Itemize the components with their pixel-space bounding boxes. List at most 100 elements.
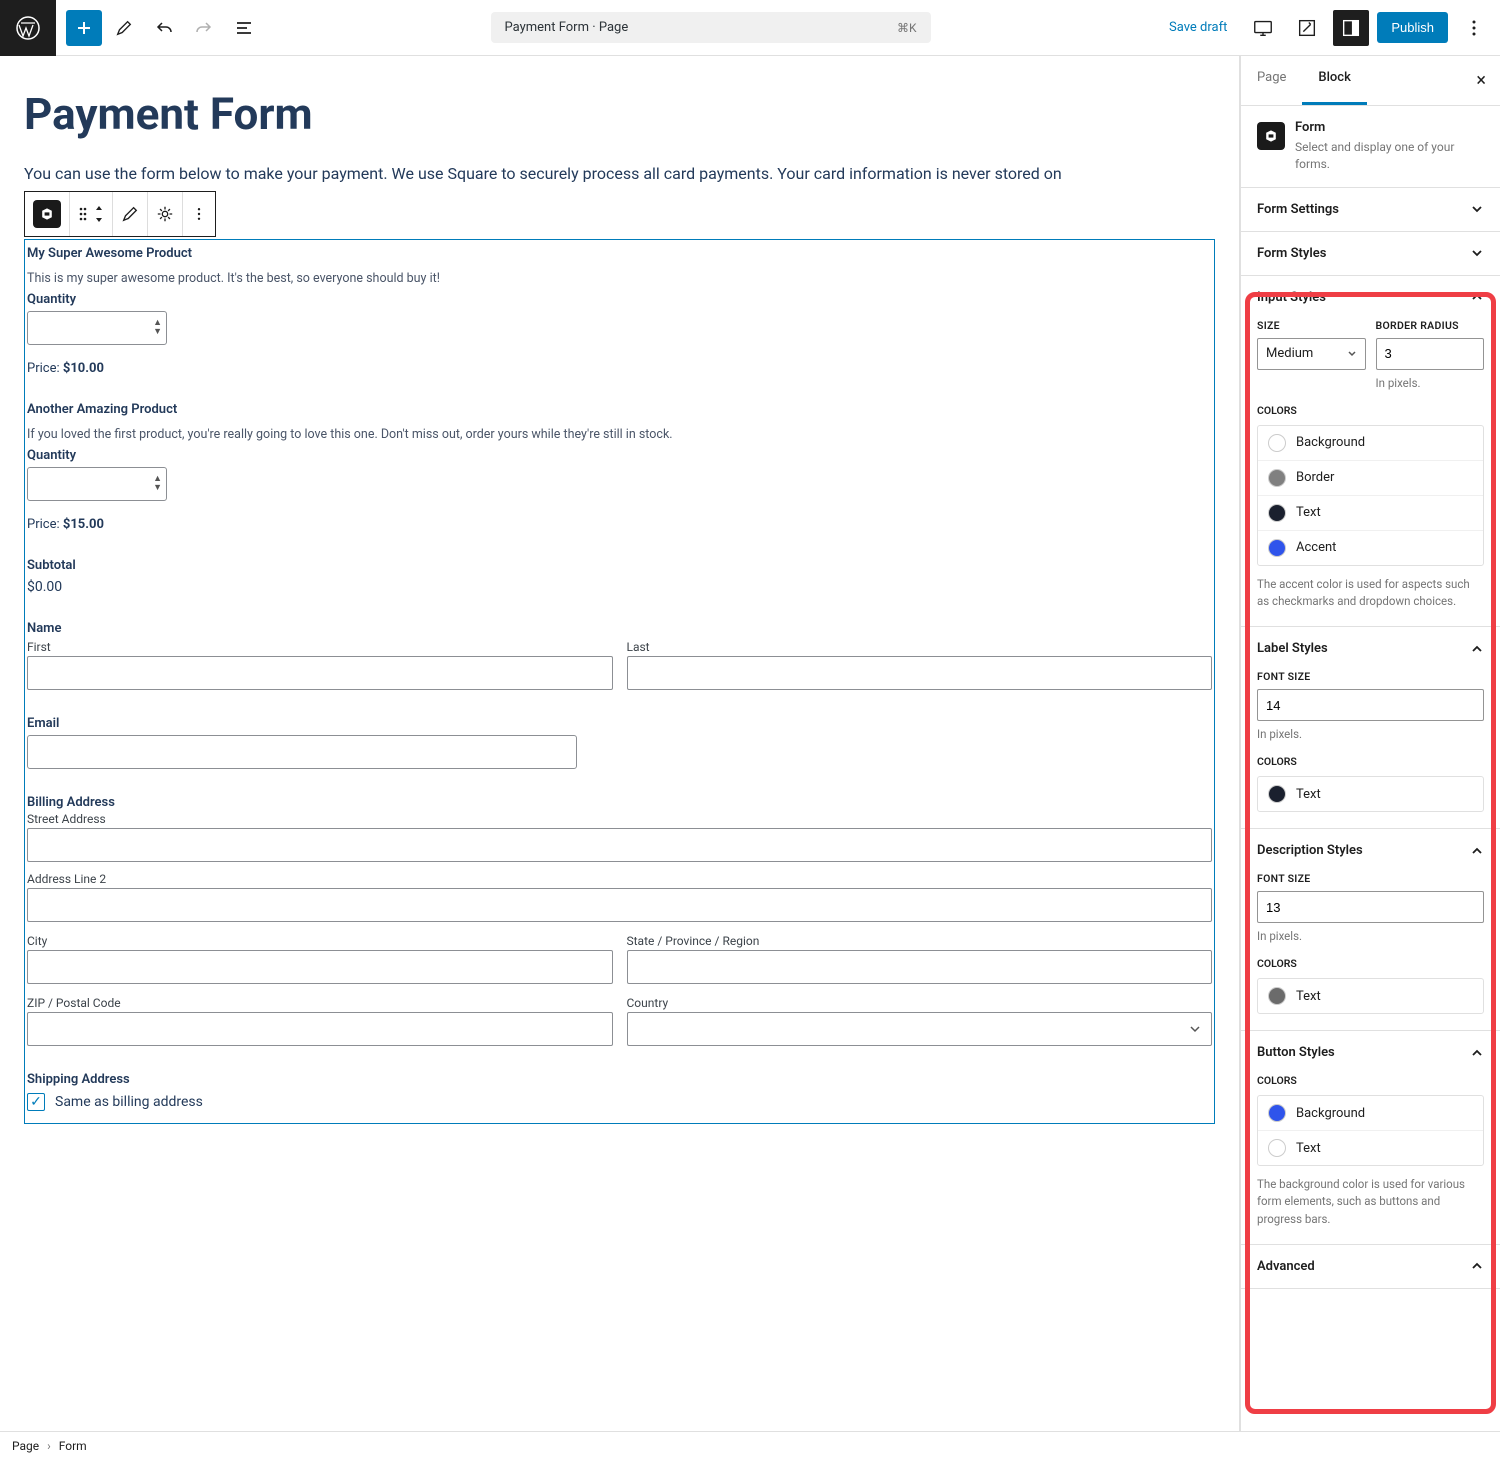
toolbar-center: Payment Form · Page ⌘K	[262, 12, 1159, 43]
settings-sidebar-toggle[interactable]	[1333, 10, 1369, 46]
panel-input-styles: Input Styles SIZE Medium BORDER RADIUS	[1241, 276, 1500, 628]
address-line2-input[interactable]	[27, 888, 1212, 922]
panel-header-button-styles[interactable]: Button Styles	[1241, 1031, 1500, 1074]
chevron-up-icon	[1470, 642, 1484, 656]
city-input[interactable]	[27, 950, 613, 984]
command-shortcut: ⌘K	[897, 21, 917, 35]
subtotal-label: Subtotal	[27, 558, 1212, 573]
block-description: Select and display one of your forms.	[1295, 139, 1484, 173]
color-swatch	[1268, 987, 1286, 1005]
sidebar-tabs: Page Block ×	[1241, 56, 1500, 106]
view-icon[interactable]	[1289, 10, 1325, 46]
form-block[interactable]: My Super Awesome Product This is my supe…	[24, 239, 1215, 1124]
quantity-input[interactable]: ▲▼	[27, 467, 167, 501]
workspace: Payment Form You can use the form below …	[0, 56, 1500, 1431]
last-name-input[interactable]	[627, 656, 1213, 690]
block-more-button[interactable]	[183, 192, 215, 236]
breadcrumb-form[interactable]: Form	[59, 1439, 87, 1453]
product-description: If you loved the first product, you're r…	[27, 427, 1212, 442]
add-block-button[interactable]	[66, 10, 102, 46]
block-header: Form Select and display one of your form…	[1241, 106, 1500, 188]
colors-heading: COLORS	[1257, 1074, 1484, 1087]
edit-mode-icon[interactable]	[106, 10, 142, 46]
panel-header-description-styles[interactable]: Description Styles	[1241, 829, 1500, 872]
first-name-label: First	[27, 640, 613, 654]
name-label: Name	[27, 621, 1212, 636]
number-spinner-icon[interactable]: ▲▼	[153, 319, 162, 337]
color-row[interactable]: Background	[1258, 426, 1483, 461]
panel-header-form-settings[interactable]: Form Settings	[1241, 188, 1500, 231]
border-radius-input[interactable]	[1376, 338, 1485, 370]
color-row[interactable]: Background	[1258, 1096, 1483, 1131]
form-block-icon	[1257, 122, 1285, 150]
size-label: SIZE	[1257, 319, 1366, 332]
color-swatch	[1268, 469, 1286, 487]
state-input[interactable]	[627, 950, 1213, 984]
same-as-billing-checkbox[interactable]: ✓	[27, 1093, 45, 1111]
panel-header-form-styles[interactable]: Form Styles	[1241, 232, 1500, 275]
input-colors-list: Background Border Text Accent	[1257, 425, 1484, 566]
page-title[interactable]: Payment Form	[24, 88, 1215, 140]
breadcrumb-page[interactable]: Page	[12, 1439, 39, 1453]
save-draft-link[interactable]: Save draft	[1159, 14, 1237, 41]
label-font-size-input[interactable]	[1257, 689, 1484, 721]
redo-button[interactable]	[186, 10, 222, 46]
font-size-label: FONT SIZE	[1257, 670, 1484, 683]
panel-header-advanced[interactable]: Advanced	[1241, 1245, 1500, 1288]
tab-page[interactable]: Page	[1241, 56, 1302, 105]
close-sidebar-icon[interactable]: ×	[1462, 56, 1500, 105]
number-spinner-icon[interactable]: ▲▼	[153, 475, 162, 493]
panel-header-input-styles[interactable]: Input Styles	[1241, 276, 1500, 319]
size-select[interactable]: Medium	[1257, 338, 1366, 370]
panel-label-styles: Label Styles FONT SIZE In pixels. COLORS…	[1241, 627, 1500, 829]
chevron-up-icon	[1470, 290, 1484, 304]
document-outline-icon[interactable]	[226, 10, 262, 46]
city-label: City	[27, 934, 613, 948]
country-select[interactable]	[627, 1012, 1213, 1046]
first-name-input[interactable]	[27, 656, 613, 690]
button-help-text: The background color is used for various…	[1257, 1176, 1484, 1228]
font-size-hint: In pixels.	[1257, 929, 1484, 943]
block-type-button[interactable]	[25, 192, 70, 236]
undo-button[interactable]	[146, 10, 182, 46]
editor-canvas: Payment Form You can use the form below …	[0, 56, 1240, 1431]
intro-paragraph[interactable]: You can use the form below to make your …	[24, 164, 1215, 183]
last-name-label: Last	[627, 640, 1213, 654]
chevron-up-icon	[1470, 844, 1484, 858]
panel-form-styles: Form Styles	[1241, 232, 1500, 276]
color-row[interactable]: Text	[1258, 777, 1483, 811]
color-row[interactable]: Border	[1258, 461, 1483, 496]
toolbar-left	[56, 10, 262, 46]
chevron-up-icon	[1470, 1259, 1484, 1273]
description-font-size-input[interactable]	[1257, 891, 1484, 923]
publish-button[interactable]: Publish	[1377, 12, 1448, 43]
product-title: My Super Awesome Product	[27, 246, 1212, 261]
panel-header-label-styles[interactable]: Label Styles	[1241, 627, 1500, 670]
block-settings-button[interactable]	[148, 192, 183, 236]
label-colors-list: Text	[1257, 776, 1484, 812]
email-input[interactable]	[27, 735, 577, 769]
wp-logo-icon[interactable]	[0, 0, 56, 56]
color-swatch	[1268, 1104, 1286, 1122]
color-row[interactable]: Text	[1258, 979, 1483, 1013]
settings-sidebar: Page Block × Form Select and display one…	[1240, 56, 1500, 1431]
quantity-label: Quantity	[27, 292, 1212, 307]
panel-form-settings: Form Settings	[1241, 188, 1500, 232]
block-edit-button[interactable]	[113, 192, 148, 236]
color-row[interactable]: Text	[1258, 496, 1483, 531]
document-title-bar[interactable]: Payment Form · Page ⌘K	[491, 12, 931, 43]
chevron-down-icon	[1189, 1023, 1201, 1035]
quantity-input[interactable]: ▲▼	[27, 311, 167, 345]
color-row[interactable]: Accent	[1258, 531, 1483, 565]
street-address-input[interactable]	[27, 828, 1212, 862]
more-options-icon[interactable]	[1456, 10, 1492, 46]
chevron-down-icon	[1347, 349, 1357, 359]
panel-button-styles: Button Styles COLORS Background Text The…	[1241, 1031, 1500, 1245]
color-row[interactable]: Text	[1258, 1131, 1483, 1165]
zip-input[interactable]	[27, 1012, 613, 1046]
tab-block[interactable]: Block	[1302, 56, 1366, 105]
preview-desktop-icon[interactable]	[1245, 10, 1281, 46]
color-swatch	[1268, 539, 1286, 557]
block-drag-handle[interactable]	[70, 192, 113, 236]
product-description: This is my super awesome product. It's t…	[27, 271, 1212, 286]
